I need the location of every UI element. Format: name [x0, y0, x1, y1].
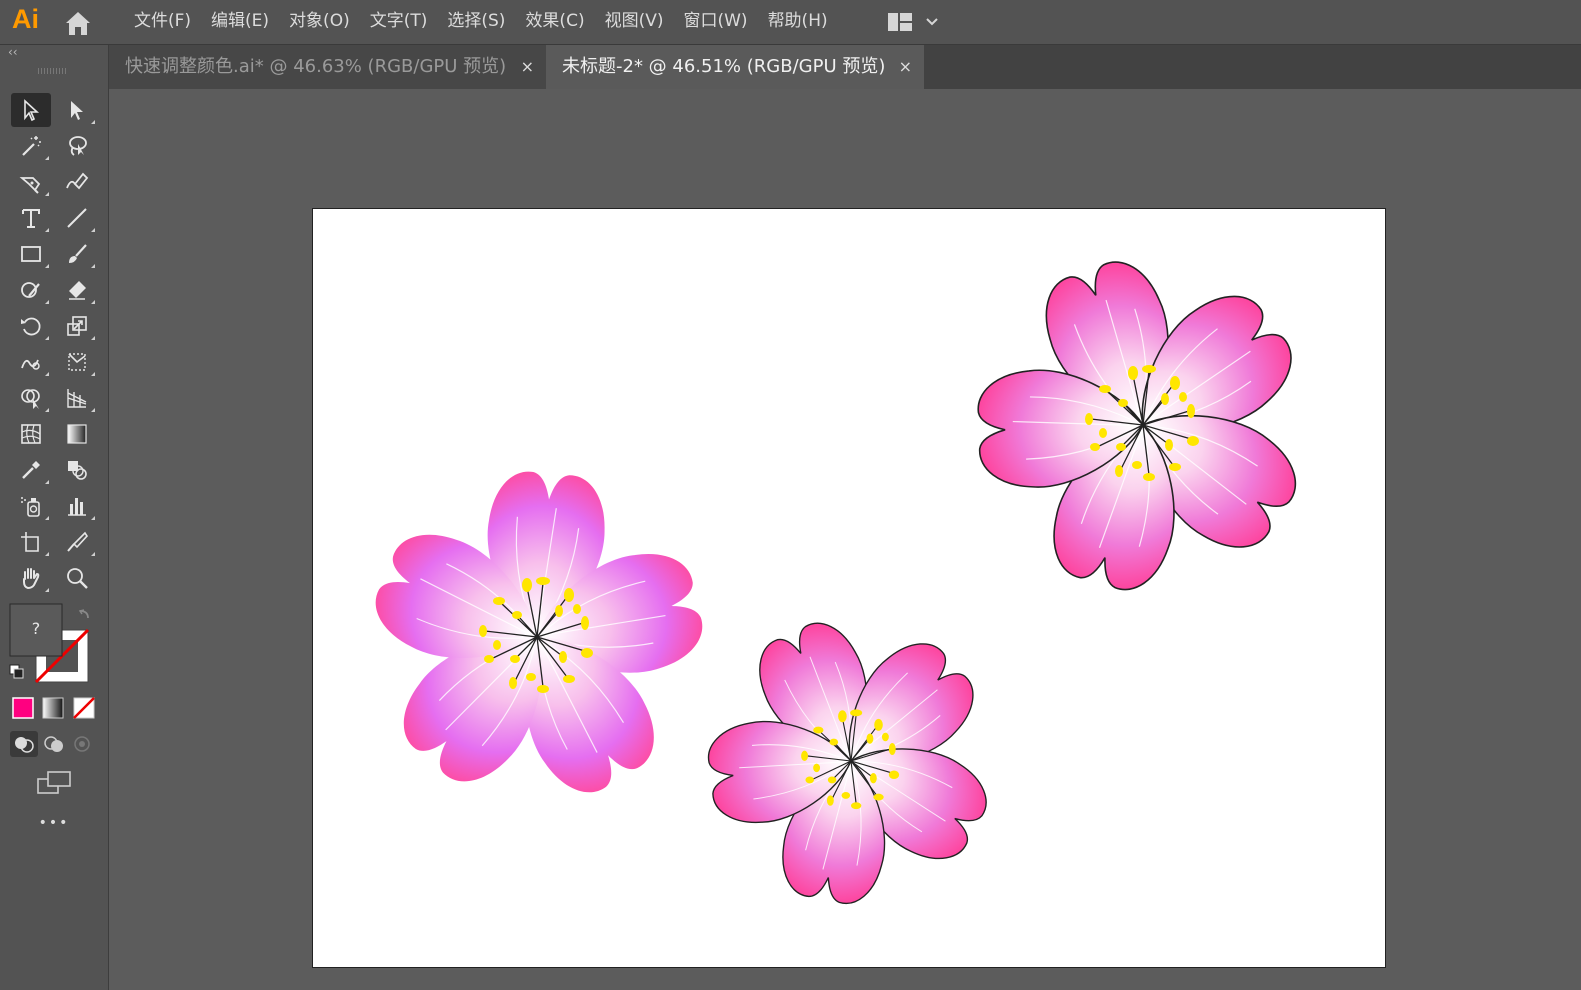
flower-left	[362, 467, 711, 809]
free-transform-icon	[68, 353, 86, 371]
curvature-pen-icon	[66, 172, 89, 190]
eraser-icon	[69, 281, 86, 300]
color-mode-swatch	[12, 697, 34, 719]
symbol-sprayer-icon	[21, 497, 40, 517]
eyedropper-tool[interactable]	[11, 453, 51, 487]
menu-help[interactable]: 帮助(H)	[758, 0, 838, 44]
blend-tool[interactable]	[57, 453, 97, 487]
shape-builder-tool[interactable]	[11, 381, 51, 415]
slice-tool[interactable]	[57, 525, 97, 559]
menu-effect[interactable]: 效果(C)	[515, 0, 594, 44]
blend-icon	[68, 461, 87, 480]
fill-unknown-label: ?	[31, 619, 41, 638]
screen-mode-icon[interactable]	[36, 769, 72, 797]
eyedropper-icon	[22, 461, 40, 479]
tools-panel: ‹‹ ? •••	[0, 45, 109, 990]
eraser-tool[interactable]	[57, 273, 97, 307]
line-segment-tool[interactable]	[57, 201, 97, 235]
perspective-grid-tool[interactable]	[57, 381, 97, 415]
symbol-sprayer-tool[interactable]	[11, 489, 51, 523]
type-tool[interactable]	[11, 201, 51, 235]
swap-fill-stroke-icon	[78, 609, 89, 619]
pen-tool[interactable]	[11, 165, 51, 199]
menu-type[interactable]: 文字(T)	[360, 0, 438, 44]
scale-tool[interactable]	[57, 309, 97, 343]
gradient-tool[interactable]	[57, 417, 97, 451]
column-graph-icon	[68, 498, 86, 516]
free-transform-tool[interactable]	[57, 345, 97, 379]
home-icon[interactable]	[62, 9, 94, 37]
app-logo: Ai	[12, 4, 39, 34]
rectangle-icon	[21, 246, 41, 262]
type-t-icon	[22, 209, 40, 228]
artboard-icon	[21, 532, 39, 552]
shaper-tool[interactable]	[11, 273, 51, 307]
lasso-tool[interactable]	[57, 129, 97, 163]
flower-bottom-middle	[704, 611, 1000, 910]
menu-object[interactable]: 对象(O)	[279, 0, 360, 44]
menu-window[interactable]: 窗口(W)	[673, 0, 757, 44]
artboard[interactable]	[312, 208, 1386, 968]
paintbrush-icon	[69, 244, 87, 263]
rotate-tool[interactable]	[11, 309, 51, 343]
tab-document-2[interactable]: 未标题-2* @ 46.51% (RGB/GPU 预览) ×	[546, 45, 924, 89]
fill-stroke-widget[interactable]	[8, 602, 100, 684]
collapse-panel-button[interactable]: ‹‹	[8, 45, 18, 59]
menu-select[interactable]: 选择(S)	[437, 0, 515, 44]
curvature-tool[interactable]	[57, 165, 97, 199]
panel-grip[interactable]	[38, 68, 68, 74]
gradient-mode-swatch	[42, 697, 64, 719]
none-mode-swatch	[73, 697, 95, 719]
color-mode-buttons[interactable]	[12, 697, 96, 719]
tab-document-1[interactable]: 快速调整颜色.ai* @ 46.63% (RGB/GPU 预览) ×	[109, 45, 546, 89]
mesh-tool[interactable]	[11, 417, 51, 451]
main-menu: 文件(F) 编辑(E) 对象(O) 文字(T) 选择(S) 效果(C) 视图(V…	[124, 0, 838, 44]
zoom-tool[interactable]	[57, 561, 97, 595]
rotate-icon	[21, 317, 41, 336]
warp-tool[interactable]	[11, 345, 51, 379]
perspective-grid-icon	[67, 389, 87, 408]
shape-builder-icon	[21, 389, 40, 409]
gradient-icon	[67, 424, 87, 444]
pen-nib-icon	[19, 177, 41, 194]
column-graph-tool[interactable]	[57, 489, 97, 523]
document-tab-strip: 快速调整颜色.ai* @ 46.63% (RGB/GPU 预览) × 未标题-2…	[109, 45, 1581, 89]
hand-icon	[23, 568, 40, 590]
canvas-area[interactable]	[109, 89, 1581, 990]
shaper-icon	[21, 282, 40, 298]
magic-wand-tool[interactable]	[11, 129, 51, 163]
default-fill-stroke-icon	[9, 664, 24, 679]
menu-file[interactable]: 文件(F)	[124, 0, 201, 44]
menu-bar: Ai 文件(F) 编辑(E) 对象(O) 文字(T) 选择(S) 效果(C) 视…	[0, 0, 1581, 45]
scale-icon	[67, 316, 87, 336]
mesh-icon	[21, 424, 41, 444]
artboard-tool[interactable]	[11, 525, 51, 559]
hand-tool[interactable]	[11, 561, 51, 595]
direct-arrow-icon	[71, 101, 83, 120]
flower-top-right	[976, 249, 1313, 600]
tab-close-icon[interactable]: ×	[899, 45, 912, 89]
rectangle-tool[interactable]	[11, 237, 51, 271]
flower-artwork[interactable]	[313, 209, 1385, 967]
lasso-icon	[69, 136, 87, 156]
menu-edit[interactable]: 编辑(E)	[201, 0, 279, 44]
selection-tool[interactable]	[11, 93, 51, 127]
arrow-pointer-icon	[24, 99, 40, 122]
line-segment-icon	[67, 208, 87, 228]
magic-wand-icon	[22, 136, 41, 156]
direct-selection-tool[interactable]	[57, 93, 97, 127]
warp-icon	[21, 359, 40, 370]
paintbrush-tool[interactable]	[57, 237, 97, 271]
more-tools-button[interactable]: •••	[0, 815, 108, 831]
menu-view[interactable]: 视图(V)	[595, 0, 674, 44]
tab-title: 快速调整颜色.ai* @ 46.63% (RGB/GPU 预览)	[125, 56, 507, 77]
tab-close-icon[interactable]: ×	[521, 45, 534, 89]
workspace-switcher-icon[interactable]	[886, 10, 944, 34]
draw-mode-buttons[interactable]	[10, 731, 98, 757]
zoom-magnifier-icon	[67, 568, 88, 589]
tab-title: 未标题-2* @ 46.51% (RGB/GPU 预览)	[562, 56, 886, 77]
slice-knife-icon	[67, 531, 89, 552]
